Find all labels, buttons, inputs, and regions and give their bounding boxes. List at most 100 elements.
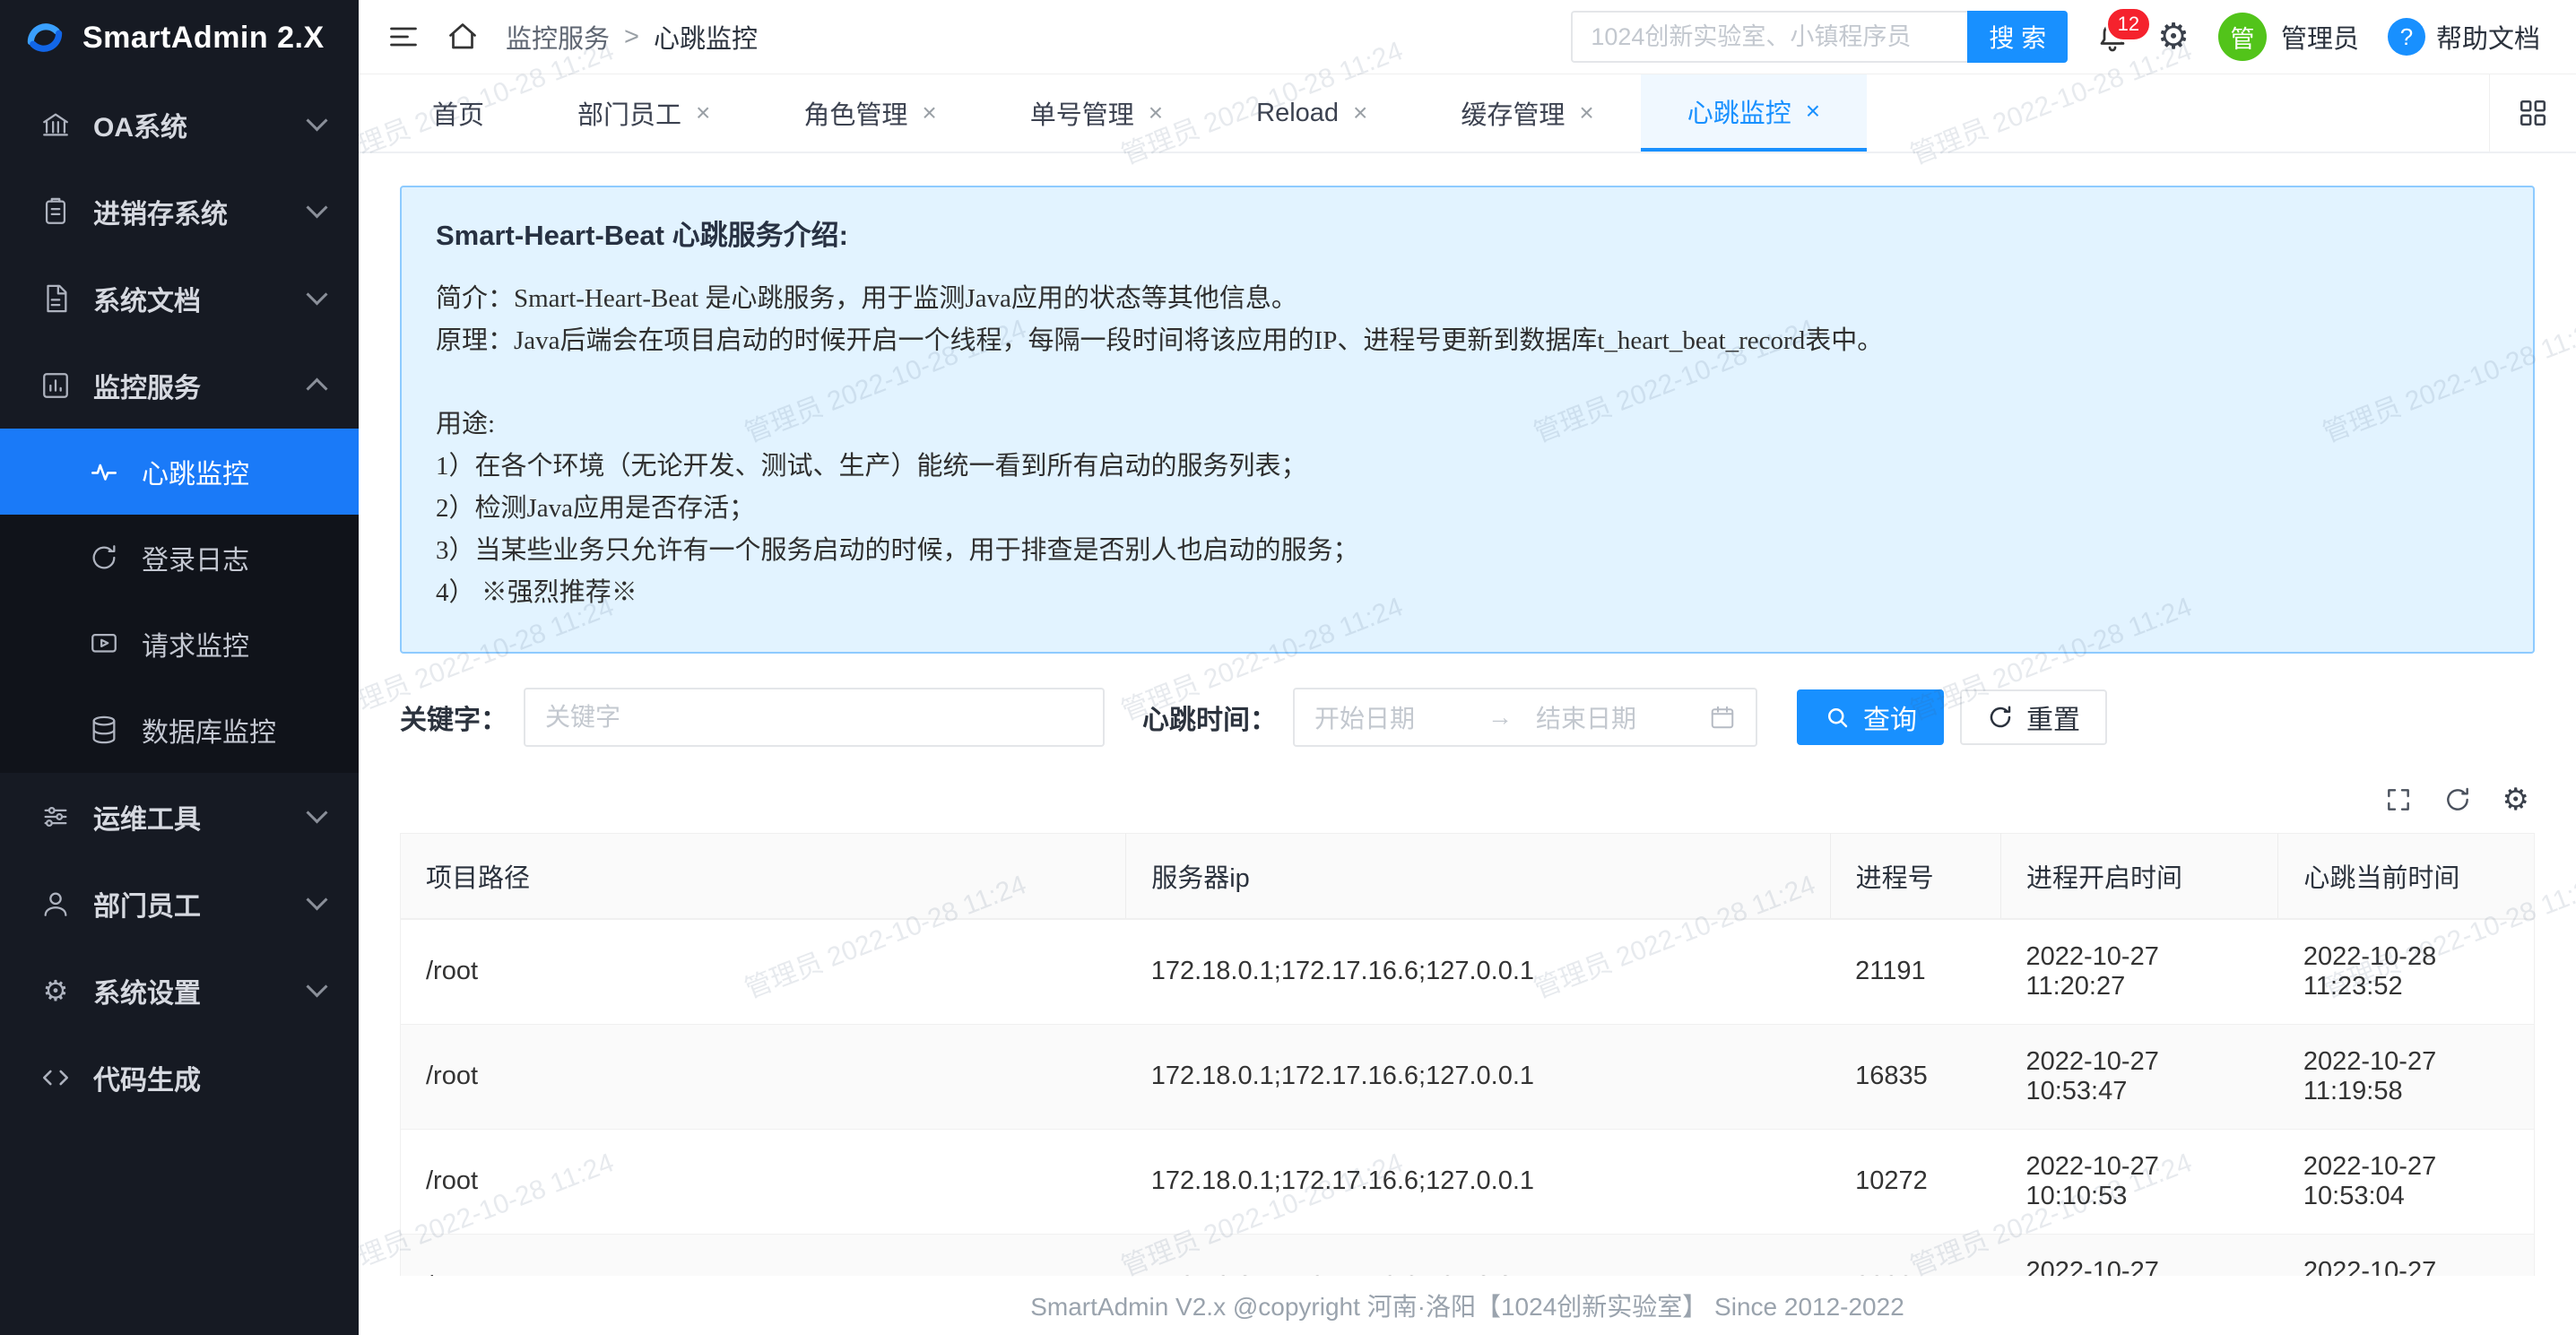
header-gear-icon[interactable]: ⚙ (2157, 19, 2190, 55)
close-icon[interactable]: × (922, 99, 936, 127)
heartbeat-icon (88, 455, 120, 488)
breadcrumb-separator: > (624, 22, 639, 52)
sidebar-item-inventory[interactable]: 进销存系统 (0, 168, 359, 255)
table-toolbar: ⚙ (400, 785, 2529, 815)
database-icon (88, 714, 120, 746)
grid-icon (2518, 98, 2548, 128)
intro-line: 原理：Java后端会在项目启动的时候开启一个线程，每隔一段时间将该应用的IP、进… (436, 320, 2499, 362)
tab-dept-employees[interactable]: 部门员工 × (531, 74, 757, 152)
col-process-id: 进程号 (1830, 833, 2000, 919)
intro-spacer (436, 362, 2499, 403)
sidebar-item-settings[interactable]: ⚙ 系统设置 (0, 947, 359, 1034)
intro-line: 用途: (436, 403, 2499, 446)
column-settings-icon[interactable]: ⚙ (2502, 785, 2529, 815)
intro-line: 1）在各个环境（无论开发、测试、生产）能统一看到所有启动的服务列表； (436, 446, 2499, 488)
table-row[interactable]: /root172.18.0.1;172.17.16.6;127.0.0.1899… (401, 1234, 2535, 1276)
breadcrumb: 监控服务 > 心跳监控 (506, 18, 758, 56)
chevron-down-icon (306, 975, 327, 997)
sidebar-item-docs[interactable]: 系统文档 (0, 255, 359, 342)
start-date-placeholder: 开始日期 (1314, 699, 1473, 735)
close-icon[interactable]: × (1579, 99, 1593, 127)
refresh-icon (1987, 704, 2014, 731)
help-label: 帮助文档 (2436, 18, 2540, 56)
refresh-icon[interactable] (2443, 785, 2472, 814)
heartbeat-table: 项目路径 服务器ip 进程号 进程开启时间 心跳当前时间 /root172.18… (400, 833, 2535, 1276)
clipboard-icon (39, 195, 72, 228)
tab-heartbeat-monitor[interactable]: 心跳监控 × (1641, 74, 1867, 152)
sidebar-item-oa[interactable]: OA系统 (0, 81, 359, 168)
search-button[interactable]: 搜 索 (1967, 11, 2068, 63)
breadcrumb-current: 心跳监控 (654, 18, 758, 56)
search-icon (1824, 704, 1851, 731)
sidebar-item-employees[interactable]: 部门员工 (0, 860, 359, 947)
tab-serial-mgmt[interactable]: 单号管理 × (984, 74, 1210, 152)
query-button[interactable]: 查询 (1797, 689, 1944, 745)
page-footer: SmartAdmin V2.x @copyright 河南·洛阳【1024创新实… (359, 1276, 2576, 1335)
sidebar-item-monitor[interactable]: 监控服务 (0, 342, 359, 429)
sidebar-item-request-monitor[interactable]: 请求监控 (0, 601, 359, 687)
range-arrow: → (1487, 703, 1513, 732)
table-row[interactable]: /root172.18.0.1;172.17.16.6;127.0.0.1102… (401, 1129, 2535, 1234)
breadcrumb-section[interactable]: 监控服务 (506, 18, 610, 56)
sliders-icon (39, 801, 72, 833)
app-root: SmartAdmin 2.X OA系统 进销存系统 (0, 0, 2576, 1335)
col-process-start-time: 进程开启时间 (2000, 833, 2277, 919)
search-input[interactable] (1571, 11, 1967, 63)
calendar-icon (1709, 704, 1736, 731)
keyword-label: 关键字： (400, 698, 507, 737)
intro-line: 4） ※强烈推荐※ (436, 572, 2499, 614)
document-icon (39, 282, 72, 315)
col-heartbeat-time: 心跳当前时间 (2278, 833, 2535, 919)
col-server-ip: 服务器ip (1126, 833, 1830, 919)
sidebar-item-db-monitor[interactable]: 数据库监控 (0, 687, 359, 773)
video-monitor-icon (88, 628, 120, 660)
help-link[interactable]: ? 帮助文档 (2388, 18, 2540, 56)
end-date-placeholder: 结束日期 (1527, 699, 1695, 735)
collapse-sidebar-icon[interactable] (387, 21, 420, 53)
login-log-icon (88, 542, 120, 574)
close-icon[interactable]: × (1806, 97, 1820, 126)
code-icon (39, 1062, 72, 1094)
tab-options-button[interactable] (2489, 74, 2576, 152)
page-content: Smart-Heart-Beat 心跳服务介绍: 简介：Smart-Heart-… (359, 153, 2576, 1276)
close-icon[interactable]: × (1149, 99, 1163, 127)
user-menu[interactable]: 管 管理员 (2218, 13, 2359, 61)
global-search: 搜 索 (1571, 11, 2068, 63)
reset-button[interactable]: 重置 (1960, 689, 2107, 745)
chevron-down-icon (306, 802, 327, 823)
chevron-down-icon (306, 889, 327, 910)
home-icon[interactable] (447, 21, 479, 53)
intro-title: Smart-Heart-Beat 心跳服务介绍: (436, 212, 2499, 253)
avatar: 管 (2218, 13, 2267, 61)
tab-home[interactable]: 首页 (386, 74, 531, 152)
sidebar-menu: OA系统 进销存系统 系统文档 监 (0, 75, 359, 1335)
fullscreen-icon[interactable] (2384, 785, 2413, 814)
logo[interactable]: SmartAdmin 2.X (0, 0, 359, 75)
bar-chart-icon (39, 369, 72, 402)
sidebar-item-codegen[interactable]: 代码生成 (0, 1034, 359, 1121)
tab-reload[interactable]: Reload × (1210, 74, 1414, 152)
top-header: 监控服务 > 心跳监控 搜 索 12 ⚙ 管 管理员 (359, 0, 2576, 74)
user-name: 管理员 (2281, 18, 2359, 56)
tab-bar: 首页 部门员工 × 角色管理 × 单号管理 × Reload × 缓存管理 × (359, 74, 2576, 153)
table-row[interactable]: /root172.18.0.1;172.17.16.6;127.0.0.1211… (401, 919, 2535, 1025)
sidebar-item-heartbeat[interactable]: 心跳监控 (0, 429, 359, 515)
table-row[interactable]: /root172.18.0.1;172.17.16.6;127.0.0.1168… (401, 1024, 2535, 1129)
intro-line: 2）检测Java应用是否存活； (436, 488, 2499, 530)
close-icon[interactable]: × (1353, 99, 1367, 127)
heartbeat-intro-panel: Smart-Heart-Beat 心跳服务介绍: 简介：Smart-Heart-… (400, 186, 2535, 654)
chevron-up-icon (306, 377, 327, 399)
tab-cache-mgmt[interactable]: 缓存管理 × (1414, 74, 1640, 152)
notification-bell[interactable]: 12 (2096, 21, 2129, 53)
close-icon[interactable]: × (696, 99, 710, 127)
bank-icon (39, 108, 72, 141)
sidebar-item-ops[interactable]: 运维工具 (0, 773, 359, 860)
heartbeat-time-label: 心跳时间： (1142, 698, 1277, 737)
sidebar-item-login-log[interactable]: 登录日志 (0, 515, 359, 601)
copyright-text: SmartAdmin V2.x @copyright 河南·洛阳【1024创新实… (1030, 1287, 1904, 1323)
filter-bar: 关键字： 心跳时间： 开始日期 → 结束日期 查询 重置 (400, 688, 2535, 747)
tab-role-mgmt[interactable]: 角色管理 × (757, 74, 983, 152)
date-range-picker[interactable]: 开始日期 → 结束日期 (1293, 688, 1757, 747)
keyword-input[interactable] (524, 688, 1105, 747)
main-area: 监控服务 > 心跳监控 搜 索 12 ⚙ 管 管理员 (359, 0, 2576, 1335)
